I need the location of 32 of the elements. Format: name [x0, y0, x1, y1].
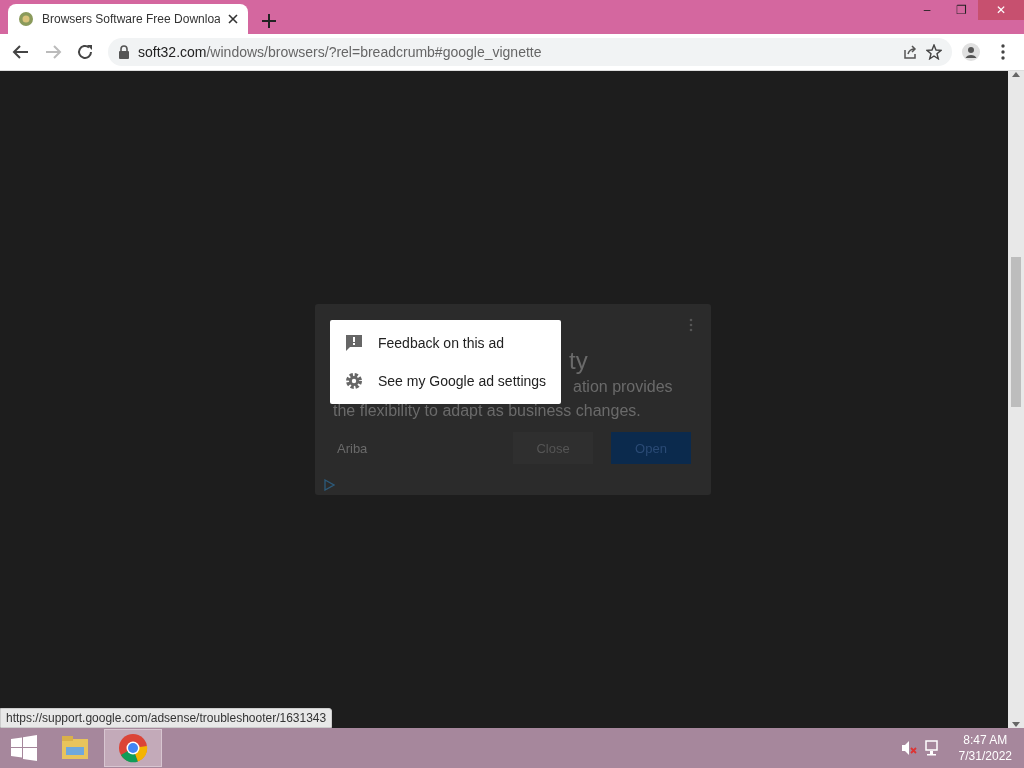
plus-icon[interactable] [262, 14, 276, 28]
ad-brand: Ariba [336, 440, 369, 456]
profile-icon[interactable] [962, 43, 980, 61]
status-url: https://support.google.com/adsense/troubleshooter/1631343 [0, 708, 333, 728]
menu-item[interactable]: See my Google ad settings [330, 362, 561, 400]
feedback-icon [344, 333, 364, 353]
back-icon[interactable] [12, 43, 30, 61]
windows-icon[interactable] [11, 735, 37, 761]
taskbar-button[interactable] [104, 729, 162, 767]
menu-item[interactable]: Feedback on this ad [330, 324, 561, 362]
tab-title: Browsers Software Free Downloa [42, 12, 220, 26]
browser-tab[interactable]: Browsers Software Free Downloa [8, 4, 248, 34]
settings-icon [344, 371, 364, 391]
clock-date[interactable]: 7/31/2022 [958, 748, 1012, 764]
ad-text: the flexibility to adapt as business changes. [333, 402, 642, 420]
restore-button[interactable]: ❐ [944, 0, 978, 20]
scrollbar-thumb[interactable] [1011, 257, 1021, 407]
ad-heading: ty [569, 346, 588, 376]
star-icon[interactable] [926, 44, 942, 60]
speaker-muted-icon[interactable] [900, 740, 917, 756]
clock-time[interactable]: 8:47 AM [963, 732, 1008, 748]
chrome-icon [118, 733, 148, 763]
close-icon[interactable] [228, 14, 238, 24]
address-bar[interactable]: soft32.com/windows/browsers/?rel=breadcrumb#google_vignette [108, 38, 952, 66]
lock-icon [118, 45, 130, 59]
ad-text: ation provides [573, 378, 674, 396]
close-button[interactable]: ✕ [978, 0, 1024, 20]
reload-icon[interactable] [76, 43, 94, 61]
scrollbar[interactable] [1008, 71, 1024, 728]
minimize-button[interactable]: – [910, 0, 944, 20]
share-icon[interactable] [902, 44, 918, 60]
url-text: soft32.com/windows/browsers/?rel=breadcrumb#google_vignette [138, 44, 542, 60]
